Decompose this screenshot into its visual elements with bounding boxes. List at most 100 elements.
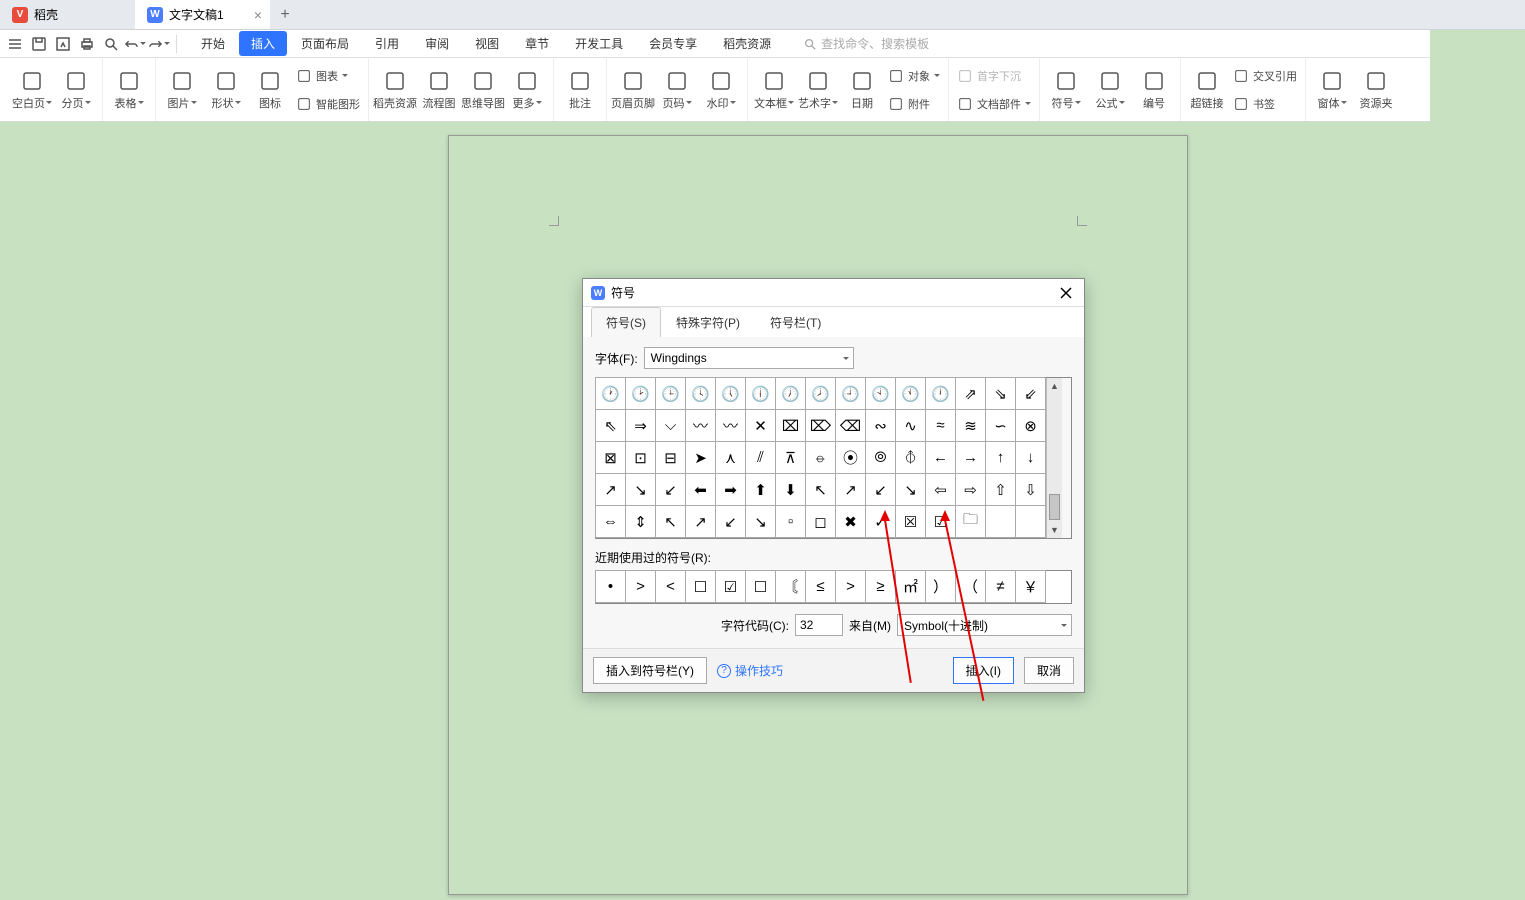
symbol-cell[interactable]: 🕔 <box>715 377 746 410</box>
symbol-cell[interactable]: ⇦ <box>925 473 956 506</box>
close-icon[interactable] <box>1056 283 1076 303</box>
symbol-cell[interactable]: ⇖ <box>595 409 626 442</box>
symbol-cell[interactable]: ⊗ <box>1015 409 1046 442</box>
menu-审阅[interactable]: 审阅 <box>413 31 461 56</box>
menu-稻壳资源[interactable]: 稻壳资源 <box>711 31 783 56</box>
symbol-cell[interactable]: ← <box>925 441 956 474</box>
symbol-cell[interactable]: ⦵ <box>805 441 836 474</box>
ribbon-分页[interactable]: 分页 <box>54 61 98 119</box>
symbol-cell[interactable]: 🕙 <box>865 377 896 410</box>
from-combobox[interactable]: Symbol(十进制) <box>897 614 1072 636</box>
ribbon-批注[interactable]: 批注 <box>558 61 602 119</box>
symbol-cell[interactable]: ≋ <box>955 409 986 442</box>
symbol-cell[interactable]: ∿ <box>895 409 926 442</box>
tips-link[interactable]: ?操作技巧 <box>717 662 783 679</box>
symbol-cell[interactable]: ↖ <box>805 473 836 506</box>
symbol-cell[interactable]: ↗ <box>595 473 626 506</box>
print-icon[interactable] <box>76 33 98 55</box>
symbol-cell[interactable]: ↑ <box>985 441 1016 474</box>
recent-symbol-cell[interactable]: ￥ <box>1015 570 1046 603</box>
symbol-cell[interactable]: 🕐 <box>595 377 626 410</box>
recent-symbol-cell[interactable]: < <box>655 570 686 603</box>
symbol-cell[interactable]: ↙ <box>865 473 896 506</box>
preview-icon[interactable] <box>100 33 122 55</box>
symbol-cell[interactable]: ⬇ <box>775 473 806 506</box>
symbol-cell[interactable]: 🕚 <box>895 377 926 410</box>
ribbon-艺术字[interactable]: 艺术字 <box>796 61 840 119</box>
scrollbar[interactable]: ▲ ▼ <box>1046 378 1062 538</box>
symbol-cell[interactable]: ⌦ <box>805 409 836 442</box>
symbol-cell[interactable]: ⇘ <box>985 377 1016 410</box>
symbol-cell[interactable]: ⦾ <box>865 441 896 474</box>
symbol-cell[interactable]: ⇗ <box>955 377 986 410</box>
symbol-cell[interactable]: ↖ <box>655 505 686 538</box>
symbol-cell[interactable]: 〰 <box>685 409 716 442</box>
symbol-cell[interactable]: 🕕 <box>745 377 776 410</box>
symbol-cell[interactable]: ↗ <box>835 473 866 506</box>
recent-symbol-cell[interactable]: （ <box>955 570 986 603</box>
symbol-cell[interactable]: 🕛 <box>925 377 956 410</box>
symbol-cell[interactable]: ➤ <box>685 441 716 474</box>
ribbon-流程图[interactable]: 流程图 <box>417 61 461 119</box>
close-icon[interactable]: × <box>254 7 262 23</box>
tab-add-button[interactable]: + <box>270 0 300 29</box>
symbol-cell[interactable]: ⫽ <box>745 441 776 474</box>
recent-symbol-cell[interactable]: > <box>625 570 656 603</box>
symbol-cell[interactable]: ⇕ <box>625 505 656 538</box>
dialog-titlebar[interactable]: W 符号 <box>583 279 1084 307</box>
symbol-cell[interactable]: ✖ <box>835 505 866 538</box>
ribbon-图标[interactable]: 图标 <box>248 61 292 119</box>
symbol-cell[interactable]: 🕖 <box>775 377 806 410</box>
symbol-cell[interactable]: ⇩ <box>1015 473 1046 506</box>
ribbon-超链接[interactable]: 超链接 <box>1185 61 1229 119</box>
symbol-cell[interactable]: 🗀 <box>955 505 986 538</box>
symbol-cell[interactable]: ∽ <box>985 409 1016 442</box>
recent-symbol-cell[interactable]: ≠ <box>985 570 1016 603</box>
export-icon[interactable] <box>52 33 74 55</box>
symbol-cell[interactable]: ⌵ <box>655 409 686 442</box>
symbol-cell[interactable]: ⌫ <box>835 409 866 442</box>
menu-页面布局[interactable]: 页面布局 <box>289 31 361 56</box>
tab-document[interactable]: W 文字文稿1 × <box>135 0 270 29</box>
symbol-cell[interactable]: ⬅ <box>685 473 716 506</box>
insert-button[interactable]: 插入(I) <box>953 657 1014 684</box>
ribbon-稻壳资源[interactable]: 稻壳资源 <box>373 61 417 119</box>
ribbon-表格[interactable]: 表格 <box>107 61 151 119</box>
symbol-cell[interactable]: ⇒ <box>625 409 656 442</box>
menu-插入[interactable]: 插入 <box>239 31 287 56</box>
symbol-cell[interactable]: ↘ <box>745 505 776 538</box>
symbol-cell[interactable]: ⦿ <box>835 441 866 474</box>
ribbon-交叉引用[interactable]: 交叉引用 <box>1233 63 1297 89</box>
scroll-up-icon[interactable]: ▲ <box>1047 378 1062 394</box>
symbol-cell[interactable]: ➡ <box>715 473 746 506</box>
symbol-cell[interactable]: ⊡ <box>625 441 656 474</box>
symbol-cell[interactable]: ↓ <box>1015 441 1046 474</box>
symbol-cell[interactable]: ↘ <box>625 473 656 506</box>
symbol-cell[interactable]: ↙ <box>715 505 746 538</box>
symbol-cell[interactable]: ⇧ <box>985 473 1016 506</box>
symbol-cell[interactable]: ✓ <box>865 505 896 538</box>
recent-symbol-cell[interactable]: • <box>595 570 626 603</box>
symbol-cell[interactable]: ▫ <box>775 505 806 538</box>
ribbon-水印[interactable]: 水印 <box>699 61 743 119</box>
recent-symbol-cell[interactable]: ☐ <box>745 570 776 603</box>
symbol-cell[interactable]: ∾ <box>865 409 896 442</box>
symbol-cell[interactable]: ⬆ <box>745 473 776 506</box>
recent-symbol-cell[interactable]: ㎡ <box>895 570 926 603</box>
charcode-input[interactable] <box>795 614 843 636</box>
dialog-tab-0[interactable]: 符号(S) <box>591 307 661 337</box>
symbol-cell[interactable]: → <box>955 441 986 474</box>
recent-symbol-cell[interactable]: ≤ <box>805 570 836 603</box>
ribbon-符号[interactable]: 符号 <box>1044 61 1088 119</box>
ribbon-书签[interactable]: 书签 <box>1233 91 1297 117</box>
ribbon-公式[interactable]: 公式 <box>1088 61 1132 119</box>
menu-章节[interactable]: 章节 <box>513 31 561 56</box>
redo-icon[interactable] <box>148 33 170 55</box>
symbol-cell[interactable]: ⊟ <box>655 441 686 474</box>
ribbon-对象[interactable]: 对象 <box>888 63 940 89</box>
symbol-cell[interactable]: 〰 <box>715 409 746 442</box>
ribbon-图片[interactable]: 图片 <box>160 61 204 119</box>
symbol-cell[interactable]: ⇨ <box>955 473 986 506</box>
ribbon-图表[interactable]: 图表 <box>296 63 360 89</box>
ribbon-窗体[interactable]: 窗体 <box>1310 61 1354 119</box>
